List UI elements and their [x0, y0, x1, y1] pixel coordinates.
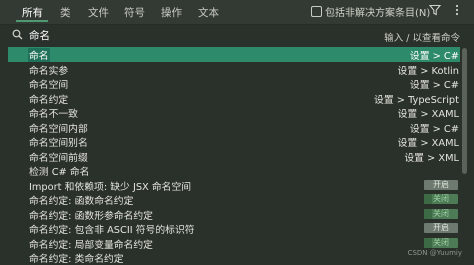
inspection-toggle[interactable]: 关闭 — [424, 237, 458, 248]
scrollbar[interactable] — [462, 46, 468, 262]
item-name: 命名约定: 包含非 ASCII 符号的标识符 — [29, 225, 195, 236]
tab-classes[interactable]: 类 — [60, 5, 71, 20]
active-tab-indicator — [16, 20, 48, 22]
results-list: 命名 设置 > C# 命名实参 设置 > Kotlin 命名空间 设置 > C#… — [0, 47, 474, 265]
item-name: 命名实参 — [29, 65, 69, 77]
scrollbar-thumb[interactable] — [462, 48, 467, 174]
tab-text[interactable]: 文本 — [198, 5, 219, 20]
list-item[interactable]: 命名约定: 包含非 ASCII 符号的标识符 开启 — [0, 221, 474, 236]
item-name: 命名空间前缀 — [29, 152, 88, 164]
item-location: 设置 > TypeScript — [374, 94, 459, 106]
toggle-knob — [424, 237, 432, 248]
list-item[interactable]: 命名约定: 函数命名约定 关闭 — [0, 192, 474, 207]
tab-files[interactable]: 文件 — [88, 5, 109, 20]
item-location: 设置 > C# — [409, 123, 459, 135]
list-item[interactable]: 命名实参 设置 > Kotlin — [0, 62, 474, 77]
inspection-toggle[interactable]: 开启 — [424, 179, 458, 190]
search-bar: 输入 / 以查看命令 — [0, 25, 474, 45]
list-item[interactable]: 检测 C# 命名 — [0, 163, 474, 178]
tab-symbols[interactable]: 符号 — [124, 5, 145, 20]
item-location: 设置 > XAML — [397, 109, 459, 120]
command-hint: 输入 / 以查看命令 — [384, 33, 460, 44]
inspection-toggle[interactable]: 关闭 — [424, 194, 458, 204]
item-location: 设置 > C# — [409, 51, 459, 62]
search-input[interactable] — [29, 27, 369, 43]
item-name: 命名不一致 — [29, 109, 78, 120]
item-name: 命名空间内部 — [29, 123, 88, 135]
list-item[interactable]: 命名空间别名 设置 > XAML — [0, 134, 474, 149]
item-name: Import 和依赖项: 缺少 JSX 命名空间 — [29, 181, 192, 193]
watermark: CSDN @Yuumiy — [407, 249, 462, 257]
tab-all[interactable]: 所有 — [22, 5, 43, 20]
funnel-icon[interactable] — [428, 3, 442, 17]
item-name: 命名空间 — [29, 80, 69, 91]
list-item[interactable]: 命名约定: 局部变量命名约定 关闭 — [0, 236, 474, 251]
inspection-toggle[interactable]: 开启 — [424, 223, 458, 233]
inspection-toggle[interactable]: 关闭 — [424, 208, 458, 219]
item-location: 设置 > C# — [409, 80, 459, 91]
toggle-knob — [424, 194, 432, 204]
item-name: 命名约定: 函数形参命名约定 — [29, 210, 153, 222]
item-name: 命名约定: 局部变量命名约定 — [29, 239, 153, 251]
item-name: 命名约定: 函数命名约定 — [29, 196, 134, 207]
list-item[interactable]: 命名 设置 > C# — [0, 47, 474, 62]
toggle-knob — [424, 208, 432, 219]
list-item[interactable]: 命名不一致 设置 > XAML — [0, 105, 474, 120]
item-name: 命名 — [28, 48, 50, 62]
search-icon — [12, 29, 23, 40]
item-name: 命名空间别名 — [29, 138, 88, 149]
list-item[interactable]: 命名空间 设置 > C# — [0, 76, 474, 91]
toggle-label: 关闭 — [433, 194, 449, 203]
tab-actions[interactable]: 操作 — [161, 5, 182, 20]
selection-highlight — [8, 47, 460, 62]
list-item[interactable]: 命名约定 设置 > TypeScript — [0, 91, 474, 106]
more-icon[interactable] — [450, 3, 464, 17]
item-name: 命名约定: 类命名约定 — [29, 254, 124, 265]
list-item[interactable]: Import 和依赖项: 缺少 JSX 命名空间 开启 — [0, 178, 474, 193]
item-name: 命名约定 — [29, 94, 69, 106]
search-scope-tabs: 所有 类 文件 符号 操作 文本 包括非解决方案条目(N) — [0, 0, 474, 25]
list-item[interactable]: 命名空间前缀 设置 > XML — [0, 149, 474, 164]
list-item[interactable]: 命名空间内部 设置 > C# — [0, 120, 474, 135]
toggle-label: 关闭 — [433, 237, 449, 247]
list-item[interactable]: 命名约定: 函数形参命名约定 关闭 — [0, 207, 474, 222]
list-item[interactable]: 命名约定: 类命名约定 — [0, 250, 474, 265]
item-location: 设置 > XAML — [397, 138, 459, 149]
include-non-solution-label[interactable]: 包括非解决方案条目(N) — [325, 4, 430, 19]
include-non-solution-checkbox[interactable] — [311, 6, 322, 17]
item-location: 设置 > Kotlin — [397, 65, 459, 77]
toggle-label: 关闭 — [433, 208, 449, 218]
item-location: 设置 > XML — [404, 152, 459, 164]
item-name: 检测 C# 命名 — [29, 167, 90, 178]
